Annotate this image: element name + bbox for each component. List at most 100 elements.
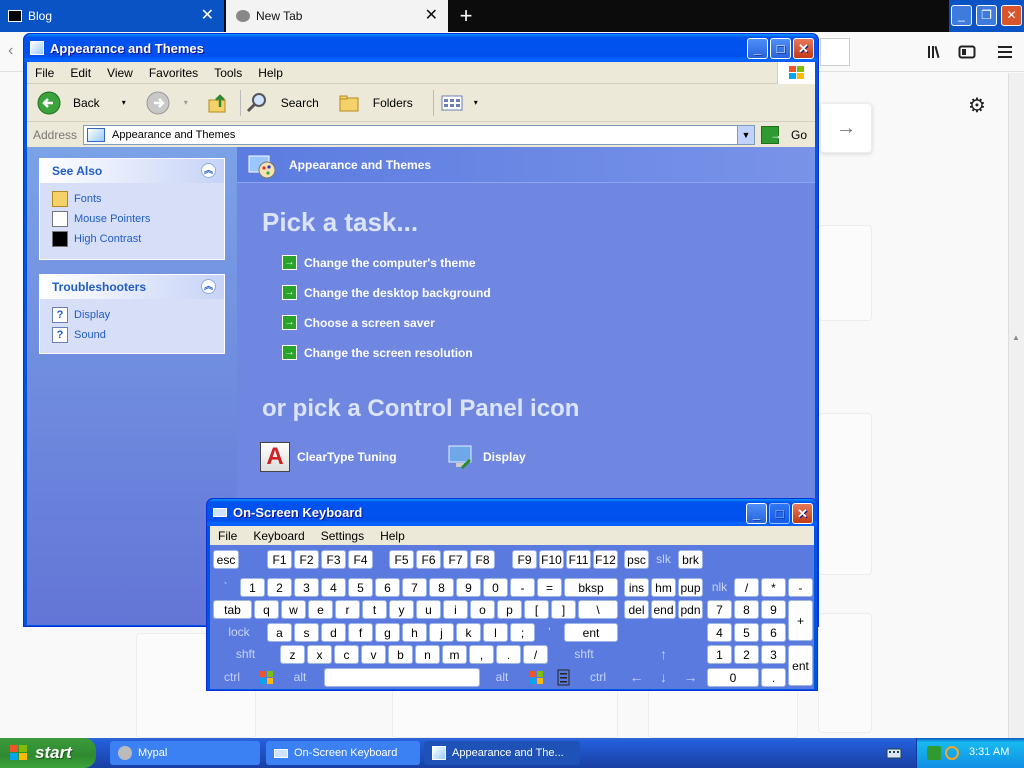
key-f1[interactable]: F1 — [267, 550, 292, 569]
minimize-button[interactable]: _ — [747, 38, 768, 59]
explorer-title-bar[interactable]: Appearance and Themes _ □ ✕ — [24, 34, 818, 62]
key-x[interactable]: x — [307, 645, 332, 664]
task-screen-saver[interactable]: → Choose a screen saver — [282, 315, 435, 330]
search-icon[interactable] — [945, 746, 959, 760]
collapse-icon[interactable]: ︽ — [201, 279, 216, 294]
key-s[interactable]: s — [294, 623, 319, 642]
key-backtick[interactable]: ` — [213, 578, 238, 597]
key-left-arrow[interactable]: ← — [624, 668, 649, 687]
tab-blog[interactable]: Blog ✕ — [0, 0, 224, 32]
search-button[interactable]: Search — [245, 91, 327, 115]
key-f4[interactable]: F4 — [348, 550, 373, 569]
key-a[interactable]: a — [267, 623, 292, 642]
key-6[interactable]: 6 — [375, 578, 400, 597]
close-tab-icon[interactable]: ✕ — [425, 8, 438, 24]
key-brk[interactable]: brk — [678, 550, 703, 569]
key-f8[interactable]: F8 — [470, 550, 495, 569]
key-m[interactable]: m — [442, 645, 467, 664]
key-9[interactable]: 9 — [456, 578, 481, 597]
key-left-alt[interactable]: alt — [281, 668, 319, 687]
back-button[interactable]: Back ▾ — [37, 91, 134, 115]
key-num-enter[interactable]: ent — [788, 645, 813, 686]
key-0[interactable]: 0 — [483, 578, 508, 597]
key-f9[interactable]: F9 — [512, 550, 537, 569]
key-num-2[interactable]: 2 — [734, 645, 759, 664]
key-f2[interactable]: F2 — [294, 550, 319, 569]
key-pgup[interactable]: pup — [678, 578, 703, 597]
collapse-icon[interactable]: ︽ — [201, 163, 216, 178]
key-2[interactable]: 2 — [267, 578, 292, 597]
up-folder-button[interactable] — [206, 91, 230, 115]
key-num-1[interactable]: 1 — [707, 645, 732, 664]
task-change-theme[interactable]: → Change the computer's theme — [282, 255, 476, 270]
key-num-divide[interactable]: / — [734, 578, 759, 597]
key-space[interactable] — [324, 668, 480, 687]
restore-button[interactable]: ❐ — [976, 5, 997, 26]
key-num-minus[interactable]: - — [788, 578, 813, 597]
task-screen-resolution[interactable]: → Change the screen resolution — [282, 345, 473, 360]
topsite-tile[interactable] — [818, 613, 872, 733]
network-icon[interactable] — [927, 746, 941, 760]
icon-display[interactable]: Display — [446, 442, 526, 472]
key-right-ctrl[interactable]: ctrl — [578, 668, 618, 687]
key-4[interactable]: 4 — [321, 578, 346, 597]
scrollbar[interactable]: ▲ — [1008, 73, 1024, 738]
key-num-8[interactable]: 8 — [734, 600, 759, 619]
key-7[interactable]: 7 — [402, 578, 427, 597]
key-left-ctrl[interactable]: ctrl — [213, 668, 251, 687]
key-e[interactable]: e — [308, 600, 333, 619]
key-u[interactable]: u — [416, 600, 441, 619]
key-equals[interactable]: = — [537, 578, 562, 597]
key-f11[interactable]: F11 — [566, 550, 591, 569]
library-icon[interactable] — [926, 43, 944, 61]
menu-edit[interactable]: Edit — [62, 66, 99, 80]
see-also-high-contrast[interactable]: High Contrast — [40, 229, 224, 249]
key-semicolon[interactable]: ; — [510, 623, 535, 642]
gear-icon[interactable]: ⚙ — [968, 93, 986, 118]
key-b[interactable]: b — [388, 645, 413, 664]
menu-keyboard[interactable]: Keyboard — [245, 529, 312, 543]
key-right-alt[interactable]: alt — [483, 668, 521, 687]
maximize-button[interactable]: □ — [770, 38, 791, 59]
key-l[interactable]: l — [483, 623, 508, 642]
menu-file[interactable]: File — [27, 66, 62, 80]
tab-new-tab[interactable]: New Tab ✕ — [226, 0, 448, 32]
key-quote[interactable]: ' — [537, 623, 562, 642]
key-left-shift[interactable]: shft — [213, 645, 278, 664]
key-5[interactable]: 5 — [348, 578, 373, 597]
key-menu[interactable] — [551, 668, 576, 687]
key-num-3[interactable]: 3 — [761, 645, 786, 664]
key-num-decimal[interactable]: . — [761, 668, 786, 687]
topsite-tile[interactable] — [818, 225, 872, 321]
key-n[interactable]: n — [415, 645, 440, 664]
key-esc[interactable]: esc — [213, 550, 239, 569]
key-slk[interactable]: slk — [651, 550, 676, 569]
back-arrow-icon[interactable]: ‹ — [8, 42, 24, 62]
key-p[interactable]: p — [497, 600, 522, 619]
address-input[interactable]: Appearance and Themes ▼ — [83, 124, 755, 145]
key-ins[interactable]: ins — [624, 578, 649, 597]
task-change-background[interactable]: → Change the desktop background — [282, 285, 491, 300]
key-w[interactable]: w — [281, 600, 306, 619]
key-num-6[interactable]: 6 — [761, 623, 786, 642]
key-j[interactable]: j — [429, 623, 454, 642]
key-minus[interactable]: - — [510, 578, 535, 597]
key-num-4[interactable]: 4 — [707, 623, 732, 642]
keyboard-tray-icon[interactable] — [886, 746, 902, 760]
menu-help[interactable]: Help — [372, 529, 413, 543]
close-tab-icon[interactable]: ✕ — [201, 8, 214, 24]
key-f5[interactable]: F5 — [389, 550, 414, 569]
key-t[interactable]: t — [362, 600, 387, 619]
key-home[interactable]: hm — [651, 578, 676, 597]
key-f10[interactable]: F10 — [539, 550, 564, 569]
key-y[interactable]: y — [389, 600, 414, 619]
key-pgdn[interactable]: pdn — [678, 600, 703, 619]
views-button[interactable]: ▾ — [440, 93, 486, 113]
sidebar-icon[interactable] — [958, 43, 976, 61]
key-backspace[interactable]: bksp — [564, 578, 618, 597]
menu-help[interactable]: Help — [250, 66, 291, 80]
chevron-down-icon[interactable]: ▾ — [114, 98, 134, 107]
chevron-down-icon[interactable]: ▾ — [466, 98, 486, 107]
key-num-9[interactable]: 9 — [761, 600, 786, 619]
key-g[interactable]: g — [375, 623, 400, 642]
